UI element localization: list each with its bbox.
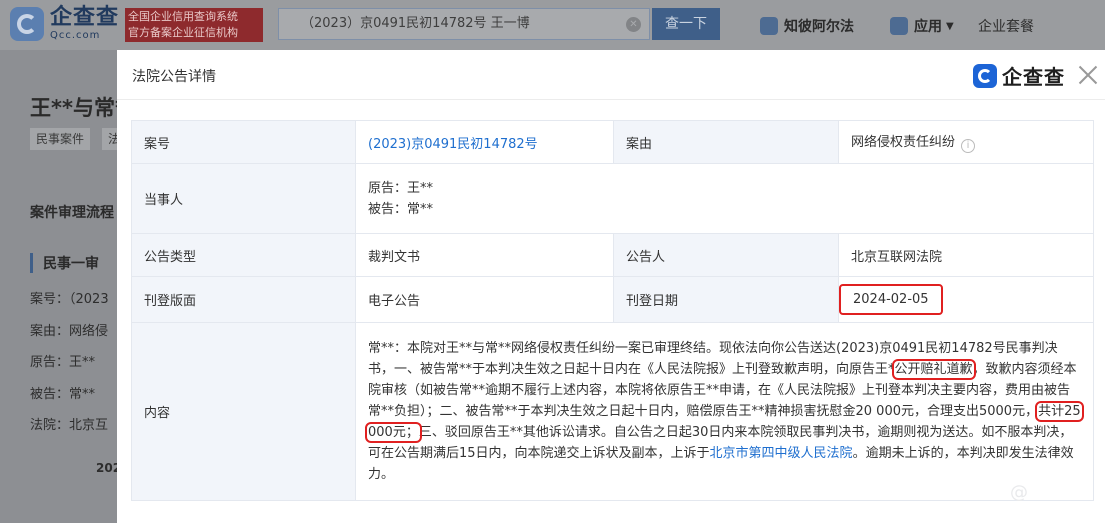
zhibi-icon <box>760 17 778 35</box>
bg-row-court: 法院：北京互 <box>30 418 109 433</box>
bg-row-defendant: 被告：常** <box>30 387 96 402</box>
nav-zhibi[interactable]: 知彼阿尔法 <box>760 16 854 36</box>
top-bar: 企查查 Qcc.com 全国企业信用查询系统 官方备案企业征信机构 （2023）… <box>0 0 1105 50</box>
site-logo[interactable]: 企查查 Qcc.com <box>10 7 119 41</box>
slogan-badge: 全国企业信用查询系统 官方备案企业征信机构 <box>125 8 263 42</box>
nav-zhibi-label: 知彼阿尔法 <box>784 19 854 35</box>
dialog-brand: 企查查 <box>973 61 1065 90</box>
brand-logo-icon <box>973 63 997 88</box>
dialog-header: 法院公告详情 企查查 <box>117 50 1105 100</box>
process-section-title: 案件审理流程 <box>30 205 114 221</box>
date-cell: 2024-02-05 <box>838 276 1094 323</box>
apps-grid-icon <box>890 17 908 35</box>
row-case-no: 案号 (2023)京0491民初14782号 案由 网络侵权责任纠纷 i <box>131 120 1094 164</box>
court-link[interactable]: 北京市第四中级人民法院 <box>710 446 853 461</box>
logo-sub-text: Qcc.com <box>50 30 101 41</box>
party-cell: 原告：王** 被告：常** <box>355 163 1094 234</box>
cause-value: 网络侵权责任纠纷 <box>851 135 956 150</box>
party-label: 当事人 <box>131 163 356 234</box>
case-title: 王**与常* <box>30 96 126 120</box>
row-content: 内容 常**：本院对王**与常**网络侵权责任纠纷一案已审理终结。现依法向你公告… <box>131 322 1094 501</box>
case-no-link[interactable]: (2023)京0491民初14782号 <box>368 137 538 152</box>
type-label: 公告类型 <box>131 233 356 277</box>
row-type: 公告类型 裁判文书 公告人 北京互联网法院 <box>131 233 1094 277</box>
layout-label: 刊登版面 <box>131 276 356 323</box>
court-notice-dialog: 法院公告详情 企查查 案号 (2023)京0491民初14782号 案由 网络侵… <box>117 50 1105 523</box>
watermark: @ <box>1010 482 1029 503</box>
case-no-cell: (2023)京0491民初14782号 <box>355 120 614 164</box>
content-label: 内容 <box>131 322 356 501</box>
nav-suite[interactable]: 企业套餐 <box>978 16 1034 36</box>
announcer-label: 公告人 <box>613 233 839 277</box>
search-button[interactable]: 查一下 <box>652 8 720 40</box>
row-layout: 刊登版面 电子公告 刊登日期 2024-02-05 <box>131 276 1094 323</box>
content-highlight-apology: 公开赔礼道歉 <box>891 359 976 380</box>
announcer-value: 北京互联网法院 <box>838 233 1094 277</box>
search-input[interactable]: （2023）京0491民初14782号 王一博 ✕ <box>278 8 650 40</box>
bg-row-case-no: 案号：（2023 <box>30 292 109 307</box>
slogan-line-1: 全国企业信用查询系统 <box>128 10 238 23</box>
date-label: 刊登日期 <box>613 276 839 323</box>
case-type-tag: 民事案件 <box>30 128 91 150</box>
type-value: 裁判文书 <box>355 233 614 277</box>
search-input-value: （2023）京0491民初14782号 王一博 <box>301 16 530 31</box>
logo-main-text: 企查查 <box>50 5 120 30</box>
logo-icon <box>10 7 44 41</box>
chevron-down-icon: ▼ <box>946 20 954 32</box>
cause-label: 案由 <box>613 120 839 164</box>
nav-apps[interactable]: 应用 ▼ <box>890 16 954 36</box>
brand-text: 企查查 <box>1002 65 1065 89</box>
case-no-label: 案号 <box>131 120 356 164</box>
layout-value: 电子公告 <box>355 276 614 323</box>
plaintiff-value: 原告：王** <box>368 180 434 196</box>
row-parties: 当事人 原告：王** 被告：常** <box>131 163 1094 234</box>
defendant-value: 被告：常** <box>368 201 434 217</box>
clear-search-icon[interactable]: ✕ <box>626 17 641 32</box>
slogan-line-2: 官方备案企业征信机构 <box>128 26 238 39</box>
nav-apps-label: 应用 <box>914 19 942 35</box>
bg-row-cause: 案由：网络侵 <box>30 324 109 339</box>
info-icon[interactable]: i <box>961 139 976 153</box>
cause-cell: 网络侵权责任纠纷 i <box>838 120 1094 164</box>
bg-row-plaintiff: 原告：王** <box>30 355 96 370</box>
notice-detail-table: 案号 (2023)京0491民初14782号 案由 网络侵权责任纠纷 i 当事人 … <box>131 120 1094 501</box>
dialog-title: 法院公告详情 <box>132 69 216 85</box>
stage-title: 民事一审 <box>30 253 99 273</box>
content-text: 常**：本院对王**与常**网络侵权责任纠纷一案已审理终结。现依法向你公告送达(… <box>355 322 1094 501</box>
close-icon[interactable] <box>1077 64 1099 86</box>
publish-date: 2024-02-05 <box>839 284 943 315</box>
